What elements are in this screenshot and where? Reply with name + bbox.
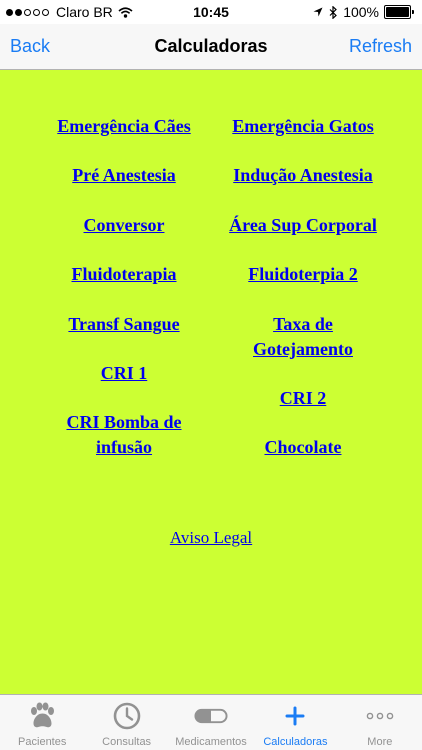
calc-link-pre-anestesia[interactable]: Pré Anestesia	[40, 163, 208, 188]
calc-link-cri-2[interactable]: CRI 2	[212, 386, 394, 411]
tab-calculadoras[interactable]: Calculadoras	[253, 695, 337, 750]
calc-link-emergencia-caes[interactable]: Emergência Cães	[40, 114, 208, 139]
calc-link-cri-bomba-infusao[interactable]: CRI Bomba de infusão	[40, 410, 208, 460]
calc-link-fluidoterpia-2[interactable]: Fluidoterpia 2	[212, 262, 394, 287]
calc-link-transf-sangue[interactable]: Transf Sangue	[40, 312, 208, 337]
tab-label-pacientes: Pacientes	[18, 736, 67, 748]
tab-medicamentos[interactable]: Medicamentos	[169, 695, 253, 750]
pill-icon	[194, 701, 228, 731]
battery-icon	[384, 5, 414, 19]
calc-link-conversor[interactable]: Conversor	[40, 213, 208, 238]
calc-link-emergencia-gatos[interactable]: Emergência Gatos	[212, 114, 394, 139]
refresh-button[interactable]: Refresh	[349, 36, 412, 57]
calc-link-cri-1[interactable]: CRI 1	[40, 361, 208, 386]
calculators-content: Emergência Cães Pré Anestesia Conversor …	[0, 70, 422, 694]
calc-link-taxa-gotejamento[interactable]: Taxa de Gotejamento	[230, 312, 376, 362]
tab-consultas[interactable]: Consultas	[84, 695, 168, 750]
navigation-bar: Back Calculadoras Refresh	[0, 24, 422, 70]
location-arrow-icon	[313, 7, 323, 17]
status-right: 100%	[313, 4, 414, 20]
calc-link-fluidoterapia[interactable]: Fluidoterapia	[40, 262, 208, 287]
tab-bar: Pacientes Consultas Medicamentos Calcula…	[0, 694, 422, 750]
tab-label-calculadoras: Calculadoras	[263, 736, 328, 748]
tab-more[interactable]: More	[338, 695, 422, 750]
aviso-legal-link[interactable]: Aviso Legal	[0, 528, 422, 548]
tab-label-consultas: Consultas	[102, 736, 152, 748]
bluetooth-icon	[329, 5, 338, 19]
paw-icon	[25, 701, 59, 731]
plus-icon	[278, 701, 312, 731]
calc-link-inducao-anestesia[interactable]: Indução Anestesia	[212, 163, 394, 188]
tab-label-medicamentos: Medicamentos	[175, 736, 247, 748]
calc-link-chocolate[interactable]: Chocolate	[212, 435, 394, 460]
calc-link-area-sup-corporal[interactable]: Área Sup Corporal	[212, 213, 394, 238]
more-icon	[363, 701, 397, 731]
battery-percent: 100%	[343, 4, 379, 20]
tab-pacientes[interactable]: Pacientes	[0, 695, 84, 750]
clock-icon	[110, 701, 144, 731]
tab-label-more: More	[367, 736, 393, 748]
status-bar: Claro BR 10:45 100%	[0, 0, 422, 24]
